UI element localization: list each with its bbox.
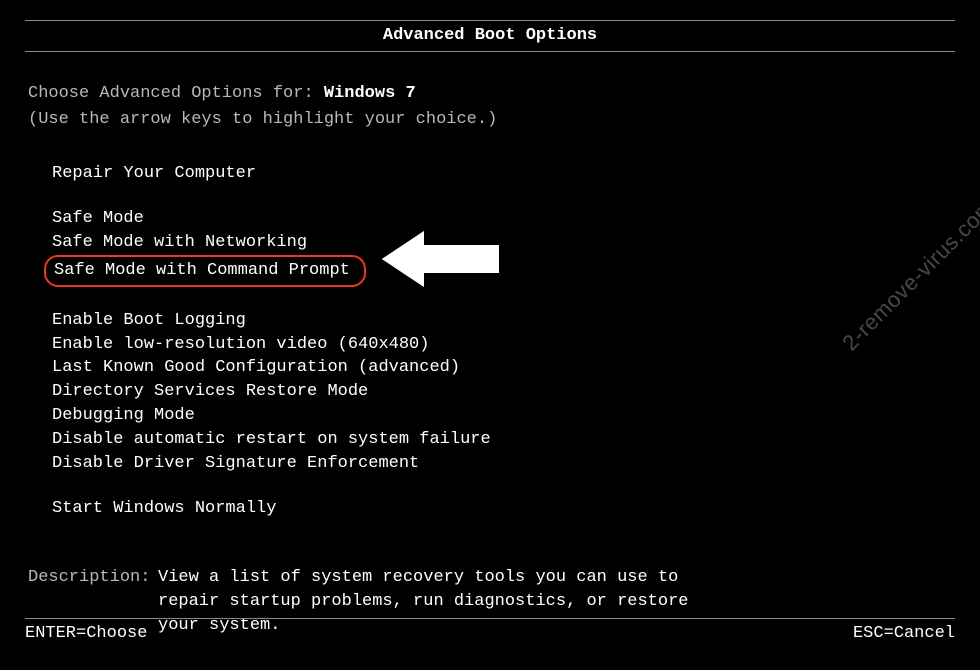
option-safe-mode[interactable]: Safe Mode <box>52 207 144 231</box>
option-start-normally[interactable]: Start Windows Normally <box>52 497 276 521</box>
prompt-prefix: Choose Advanced Options for: <box>28 84 324 103</box>
option-low-res-video[interactable]: Enable low-resolution video (640x480) <box>52 333 429 357</box>
option-directory-services-restore[interactable]: Directory Services Restore Mode <box>52 380 368 404</box>
page-title: Advanced Boot Options <box>383 24 597 48</box>
option-safe-mode-command-prompt[interactable]: Safe Mode with Command Prompt <box>44 255 366 287</box>
os-name: Windows 7 <box>324 84 416 103</box>
option-disable-driver-sig[interactable]: Disable Driver Signature Enforcement <box>52 452 419 476</box>
footer-bar: ENTER=Choose ESC=Cancel <box>25 618 955 648</box>
enter-hint: ENTER=Choose <box>25 622 147 646</box>
option-disable-auto-restart[interactable]: Disable automatic restart on system fail… <box>52 428 491 452</box>
option-last-known-good[interactable]: Last Known Good Configuration (advanced) <box>52 356 460 380</box>
option-repair-computer[interactable]: Repair Your Computer <box>52 162 256 186</box>
boot-options-list: Repair Your Computer Safe Mode Safe Mode… <box>28 162 952 522</box>
option-debugging-mode[interactable]: Debugging Mode <box>52 404 195 428</box>
choose-prompt: Choose Advanced Options for: Windows 7 <box>28 82 952 106</box>
title-bar: Advanced Boot Options <box>25 20 955 52</box>
option-boot-logging[interactable]: Enable Boot Logging <box>52 309 246 333</box>
esc-hint: ESC=Cancel <box>853 622 955 646</box>
arrow-key-hint: (Use the arrow keys to highlight your ch… <box>28 108 952 132</box>
option-safe-mode-networking[interactable]: Safe Mode with Networking <box>52 231 307 255</box>
arrow-annotation-icon <box>375 224 505 294</box>
main-content: Choose Advanced Options for: Windows 7 (… <box>0 52 980 638</box>
